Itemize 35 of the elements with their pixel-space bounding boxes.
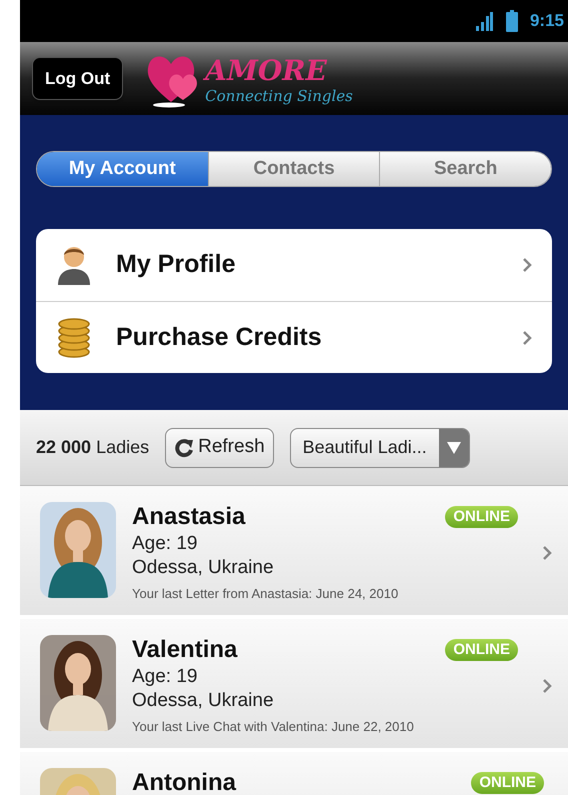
filter-dropdown[interactable]: Beautiful Ladi... — [290, 428, 470, 468]
refresh-icon — [174, 438, 194, 458]
age-text: Age: 19 — [132, 532, 198, 556]
chevron-icon — [522, 330, 532, 346]
last-contact-text: Your last Live Chat with Valentina: June 22, 2010 — [132, 718, 415, 736]
logo-title: AMORE — [205, 57, 328, 85]
ladies-count: 22 000 Ladies — [36, 436, 150, 459]
online-badge: ONLINE — [471, 772, 544, 794]
chevron-icon — [522, 257, 532, 273]
coins-icon — [56, 318, 92, 358]
online-badge: ONLINE — [445, 639, 518, 661]
profile-name: Antonina — [132, 768, 236, 795]
online-badge: ONLINE — [445, 506, 518, 528]
profile-row[interactable]: Antonina ONLINE — [20, 752, 568, 795]
clock: 9:15 — [530, 10, 564, 32]
dropdown-arrow-icon — [446, 442, 461, 454]
refresh-button[interactable]: Refresh — [165, 428, 274, 468]
location-text: Odessa, Ukraine — [132, 688, 275, 712]
person-icon — [56, 245, 92, 285]
battery-icon — [506, 10, 518, 32]
logo-tagline: Connecting Singles — [205, 86, 353, 107]
age-text: Age: 19 — [132, 665, 198, 689]
tab[interactable]: My Account — [37, 152, 208, 186]
tab[interactable]: Contacts — [208, 152, 380, 186]
profile-name: Valentina — [132, 635, 238, 665]
tab[interactable]: Search — [379, 152, 551, 186]
menu-item[interactable]: My Profile — [36, 229, 552, 301]
signal-icon — [474, 11, 494, 31]
log-out-button[interactable]: Log Out — [32, 56, 124, 100]
last-contact-text: Your last Letter from Anastasia: June 24, 2010 — [132, 584, 400, 602]
location-text: Odessa, Ukraine — [132, 556, 275, 580]
chevron-icon — [542, 544, 552, 560]
menu-item[interactable]: Purchase Credits — [36, 301, 552, 373]
chevron-icon — [542, 678, 552, 694]
profile-name: Anastasia — [132, 502, 246, 532]
